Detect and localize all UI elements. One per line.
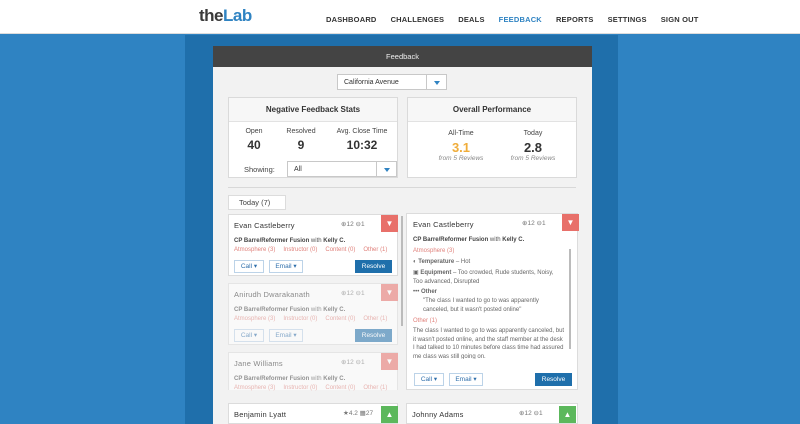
feedback-item[interactable]: Johnny Adams ⊕12 ⊖1 ▲ (406, 403, 578, 424)
nav-deals[interactable]: DEALS (458, 15, 484, 24)
app-logo[interactable]: theLab (199, 6, 252, 26)
nav-settings[interactable]: SETTINGS (608, 15, 647, 24)
showing-label: Showing: (244, 165, 275, 174)
performance-title: Overall Performance (408, 98, 576, 122)
feedback-tags: Atmosphere (3) Instructor (0) Content (0) O… (234, 247, 388, 253)
detail-scrollbar[interactable] (569, 249, 571, 349)
equipment-icon: ▣ (413, 270, 419, 276)
feedback-item[interactable]: Jane Williams ⊕12 ⊖1 ▼ CP Barre/Reformer… (228, 352, 398, 391)
resolve-button[interactable]: Resolve (355, 329, 392, 342)
more-icon: ••• (413, 289, 420, 295)
thumbs-down-icon: ▼ (381, 215, 398, 232)
panel-title: Feedback (213, 46, 592, 67)
close-time-stat: Avg. Close Time 10:32 (336, 128, 388, 152)
alltime-stat: All-Time 3.1 from 5 Reviews (438, 130, 484, 162)
feedback-item[interactable]: Benjamin Lyatt ★4.2 ▦27 ▲ (228, 403, 398, 424)
feedback-tags: Atmosphere (3) Instructor (0) Content (0) O… (234, 316, 388, 322)
email-button[interactable]: Email ▾ (269, 260, 303, 273)
email-button[interactable]: Email ▾ (449, 373, 483, 386)
feedback-tags: Atmosphere (3) Instructor (0) Content (0) O… (234, 385, 388, 391)
thumbs-up-icon: ▲ (559, 406, 576, 423)
email-button[interactable]: Email ▾ (269, 329, 303, 342)
nav-sign-out[interactable]: SIGN OUT (661, 15, 699, 24)
nav-feedback[interactable]: FEEDBACK (499, 15, 542, 24)
call-button[interactable]: Call ▾ (234, 260, 264, 273)
feedback-item[interactable]: Anirudh Dwarakanath ⊕12 ⊖1 ▼ CP Barre/Re… (228, 283, 398, 345)
thermometer-icon: ◐ (413, 259, 417, 265)
today-stat: Today 2.8 from 5 Reviews (510, 130, 556, 162)
vote-counts: ⊕12 ⊖1 (341, 290, 365, 297)
performance-card: Overall Performance All-Time 3.1 from 5 Re… (407, 97, 577, 178)
call-button[interactable]: Call ▾ (234, 329, 264, 342)
divider (228, 187, 576, 188)
call-button[interactable]: Call ▾ (414, 373, 444, 386)
resolve-button[interactable]: Resolve (355, 260, 392, 273)
nav-dashboard[interactable]: DASHBOARD (326, 15, 377, 24)
nav-reports[interactable]: REPORTS (556, 15, 594, 24)
vote-counts: ⊕12 ⊖1 (341, 221, 365, 228)
thumbs-down-icon: ▼ (562, 214, 579, 231)
vote-counts: ⊕12 ⊖1 (522, 220, 546, 227)
top-nav-bar: theLab DASHBOARD CHALLENGES DEALS FEEDBA… (0, 0, 800, 34)
thumbs-up-icon: ▲ (381, 406, 398, 423)
location-select[interactable]: California Avenue (337, 74, 447, 90)
main-nav: DASHBOARD CHALLENGES DEALS FEEDBACK REPO… (326, 15, 713, 24)
vote-counts: ⊕12 ⊖1 (341, 359, 365, 366)
resolved-stat: Resolved 9 (286, 128, 316, 152)
thumbs-down-icon: ▼ (381, 353, 398, 370)
feedback-detail: Evan Castleberry ⊕12 ⊖1 ▼ CP Barre/Refor… (406, 213, 579, 390)
tab-today[interactable]: Today (7) (228, 195, 286, 210)
nav-challenges[interactable]: CHALLENGES (391, 15, 445, 24)
showing-select[interactable]: All (287, 161, 397, 177)
resolve-button[interactable]: Resolve (535, 373, 572, 386)
chevron-down-icon (376, 162, 396, 176)
thumbs-down-icon: ▼ (381, 284, 398, 301)
list-scrollbar[interactable] (401, 216, 403, 326)
open-stat: Open 40 (245, 128, 263, 152)
feedback-item[interactable]: Evan Castleberry ⊕12 ⊖1 ▼ CP Barre/Refor… (228, 214, 398, 276)
chevron-down-icon (426, 75, 446, 89)
negative-stats-title: Negative Feedback Stats (229, 98, 397, 122)
